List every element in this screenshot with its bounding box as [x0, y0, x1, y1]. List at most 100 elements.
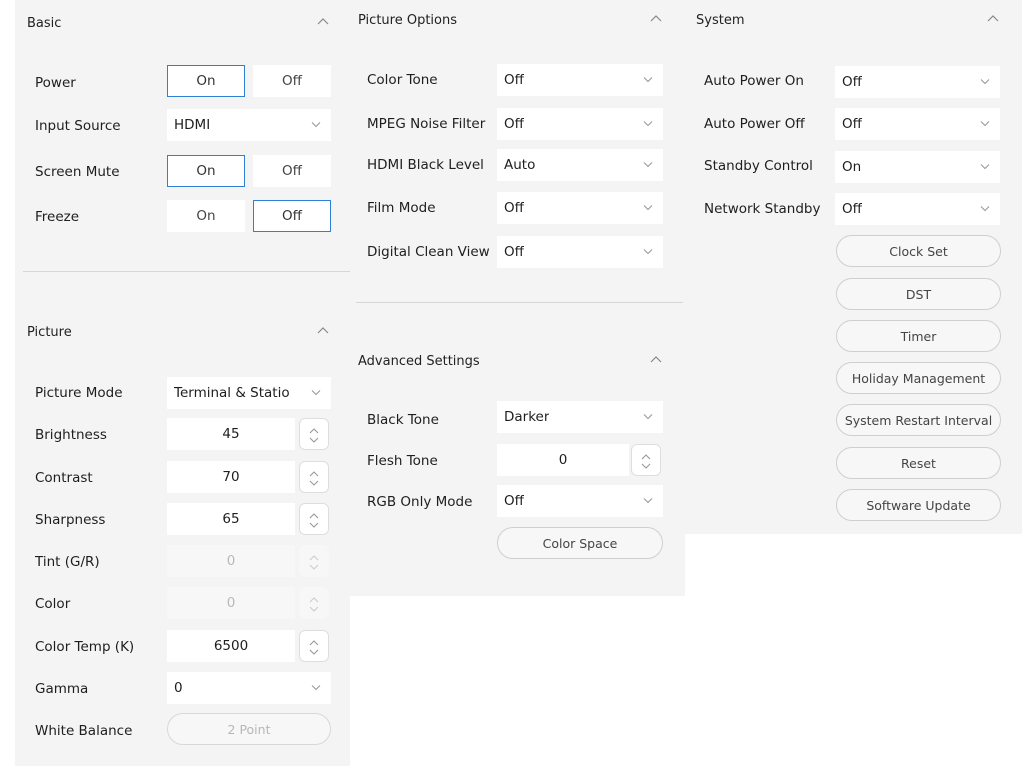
brightness-stepper[interactable]	[299, 418, 329, 450]
input-source-label: Input Source	[35, 118, 121, 134]
digital-clean-view-value: Off	[504, 244, 524, 260]
chevron-up-icon	[309, 555, 319, 561]
tint-value: 0	[167, 545, 295, 577]
rgb-only-mode-select[interactable]: Off	[497, 485, 663, 517]
white-balance-label: White Balance	[35, 723, 133, 739]
screen-mute-off-button[interactable]: Off	[253, 155, 331, 187]
auto-power-off-select[interactable]: Off	[835, 108, 1000, 140]
chevron-down-icon	[309, 606, 319, 612]
system-restart-interval-button[interactable]: System Restart Interval	[836, 404, 1001, 436]
mpeg-noise-filter-select[interactable]: Off	[497, 108, 663, 140]
brightness-value[interactable]: 45	[167, 418, 295, 450]
film-mode-select[interactable]: Off	[497, 192, 663, 224]
chevron-down-icon	[643, 497, 653, 504]
gamma-label: Gamma	[35, 681, 89, 697]
mpeg-noise-filter-value: Off	[504, 116, 524, 132]
hdmi-black-level-select[interactable]: Auto	[497, 149, 663, 181]
color-tone-select[interactable]: Off	[497, 64, 663, 96]
color-tone-label: Color Tone	[367, 72, 438, 88]
advanced-settings-collapse-icon[interactable]	[650, 355, 662, 363]
freeze-on-button[interactable]: On	[167, 200, 245, 232]
picture-mode-value: Terminal & Statio	[174, 385, 290, 401]
picture-mode-label: Picture Mode	[35, 385, 123, 401]
network-standby-select[interactable]: Off	[835, 193, 1000, 225]
chevron-down-icon	[309, 564, 319, 570]
auto-power-off-value: Off	[842, 116, 862, 132]
chevron-down-icon	[643, 161, 653, 168]
picture-mode-select[interactable]: Terminal & Statio	[167, 377, 331, 409]
chevron-up-icon	[309, 471, 319, 477]
timer-button[interactable]: Timer	[836, 320, 1001, 352]
contrast-stepper[interactable]	[299, 461, 329, 493]
dst-button[interactable]: DST	[836, 278, 1001, 310]
network-standby-value: Off	[842, 201, 862, 217]
freeze-off-button[interactable]: Off	[253, 200, 331, 232]
chevron-down-icon	[309, 522, 319, 528]
chevron-down-icon	[643, 248, 653, 255]
auto-power-on-select[interactable]: Off	[835, 66, 1000, 98]
reset-button[interactable]: Reset	[836, 447, 1001, 479]
chevron-down-icon	[311, 121, 321, 128]
standby-control-label: Standby Control	[704, 158, 813, 174]
basic-divider	[23, 271, 350, 272]
auto-power-on-value: Off	[842, 74, 862, 90]
digital-clean-view-label: Digital Clean View	[367, 244, 490, 260]
basic-collapse-icon[interactable]	[317, 17, 329, 25]
color-temp-label: Color Temp (K)	[35, 639, 135, 655]
tint-stepper	[299, 545, 329, 577]
sharpness-label: Sharpness	[35, 512, 106, 528]
rgb-only-mode-label: RGB Only Mode	[367, 494, 473, 510]
contrast-value[interactable]: 70	[167, 461, 295, 493]
chevron-down-icon	[309, 480, 319, 486]
digital-clean-view-select[interactable]: Off	[497, 236, 663, 268]
software-update-button[interactable]: Software Update	[836, 489, 1001, 521]
chevron-up-icon	[309, 640, 319, 646]
chevron-down-icon	[980, 78, 990, 85]
sharpness-stepper[interactable]	[299, 503, 329, 535]
black-tone-select[interactable]: Darker	[497, 401, 663, 433]
picture-options-collapse-icon[interactable]	[650, 14, 662, 22]
chevron-down-icon	[643, 413, 653, 420]
color-stepper	[299, 587, 329, 619]
chevron-down-icon	[980, 163, 990, 170]
input-source-select[interactable]: HDMI	[167, 109, 331, 141]
power-on-button[interactable]: On	[167, 65, 245, 97]
chevron-down-icon	[309, 649, 319, 655]
gamma-value: 0	[174, 680, 183, 696]
color-temp-stepper[interactable]	[299, 630, 329, 662]
picture-section-title: Picture	[27, 325, 72, 340]
mpeg-noise-filter-label: MPEG Noise Filter	[367, 116, 486, 132]
chevron-down-icon	[643, 76, 653, 83]
color-temp-value[interactable]: 6500	[167, 630, 295, 662]
clock-set-button[interactable]: Clock Set	[836, 235, 1001, 267]
middle-panel: Picture Options Color Tone Off MPEG Nois…	[350, 0, 685, 596]
picture-collapse-icon[interactable]	[317, 326, 329, 334]
flesh-tone-stepper[interactable]	[631, 444, 661, 476]
system-section-title: System	[696, 13, 745, 28]
rgb-only-mode-value: Off	[504, 493, 524, 509]
sharpness-value[interactable]: 65	[167, 503, 295, 535]
chevron-down-icon	[643, 120, 653, 127]
color-value: 0	[167, 587, 295, 619]
auto-power-off-label: Auto Power Off	[704, 116, 805, 132]
chevron-up-icon	[641, 454, 651, 460]
power-off-button[interactable]: Off	[253, 65, 331, 97]
flesh-tone-value[interactable]: 0	[497, 444, 629, 476]
picture-options-section-title: Picture Options	[358, 13, 457, 28]
gamma-select[interactable]: 0	[167, 672, 331, 704]
screen-mute-on-button[interactable]: On	[167, 155, 245, 187]
color-space-button[interactable]: Color Space	[497, 527, 663, 559]
flesh-tone-label: Flesh Tone	[367, 453, 438, 469]
advanced-settings-section-title: Advanced Settings	[358, 354, 480, 369]
chevron-down-icon	[311, 684, 321, 691]
black-tone-value: Darker	[504, 409, 550, 425]
white-balance-2-point-button[interactable]: 2 Point	[167, 713, 331, 745]
film-mode-label: Film Mode	[367, 200, 436, 216]
chevron-down-icon	[311, 389, 321, 396]
holiday-management-button[interactable]: Holiday Management	[836, 362, 1001, 394]
standby-control-value: On	[842, 159, 862, 175]
color-label: Color	[35, 596, 71, 612]
system-collapse-icon[interactable]	[987, 14, 999, 22]
chevron-down-icon	[643, 204, 653, 211]
standby-control-select[interactable]: On	[835, 151, 1000, 183]
